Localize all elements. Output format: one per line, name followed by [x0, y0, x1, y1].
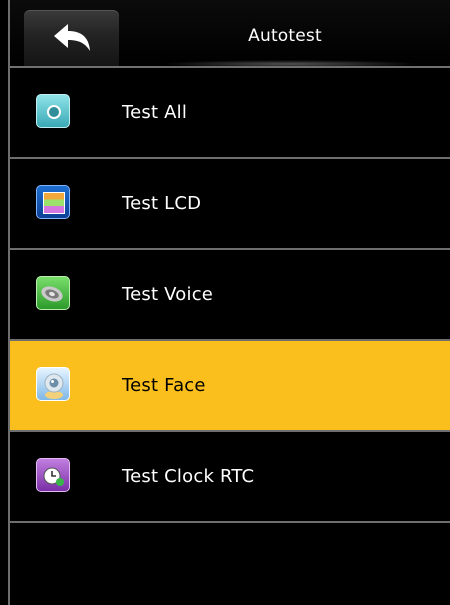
autotest-screen: Autotest Test All Test LCD Test Voice Te…: [0, 0, 450, 605]
back-arrow-icon: [54, 24, 90, 51]
test-all-icon: [36, 94, 70, 128]
menu-item-test-lcd[interactable]: Test LCD: [10, 159, 450, 250]
menu-item-test-voice[interactable]: Test Voice: [10, 250, 450, 341]
menu-item-test-all[interactable]: Test All: [10, 68, 450, 159]
menu-item-label: Test LCD: [122, 193, 202, 214]
menu-item-label: Test All: [122, 102, 188, 123]
menu-item-test-clock-rtc[interactable]: Test Clock RTC: [10, 432, 450, 523]
autotest-menu: Test All Test LCD Test Voice Test Face T…: [10, 68, 450, 523]
clock-icon: [36, 458, 70, 492]
menu-item-label: Test Voice: [122, 284, 214, 305]
speaker-icon: [36, 276, 70, 310]
header-bar: Autotest: [10, 0, 450, 68]
menu-item-label: Test Clock RTC: [122, 466, 255, 487]
face-camera-icon: [36, 367, 70, 401]
lcd-icon: [36, 185, 70, 219]
menu-item-label: Test Face: [122, 375, 206, 396]
menu-item-test-face[interactable]: Test Face: [10, 341, 450, 432]
page-title: Autotest: [248, 26, 322, 46]
back-button[interactable]: [24, 10, 119, 66]
